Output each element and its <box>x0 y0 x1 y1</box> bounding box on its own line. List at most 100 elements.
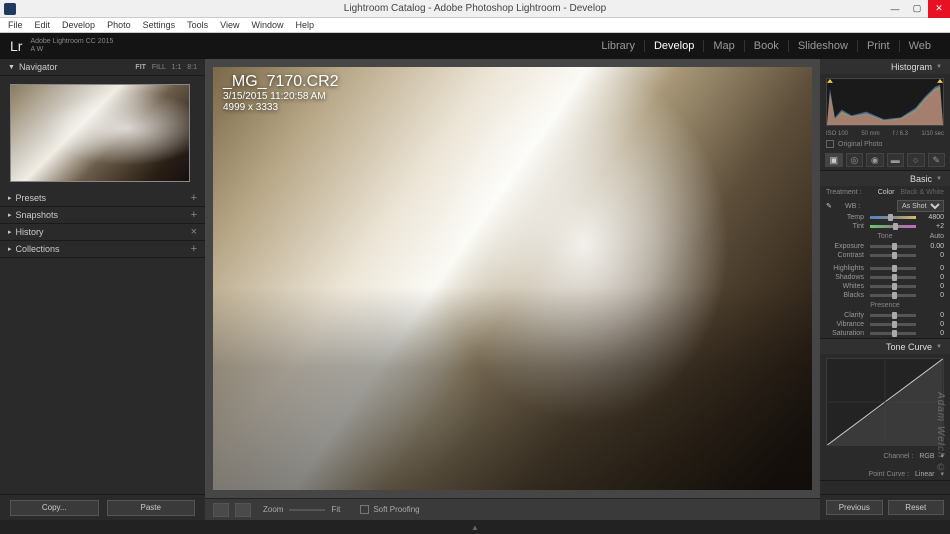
whites-label: Whites <box>826 283 864 290</box>
menu-file[interactable]: File <box>2 20 29 30</box>
nav-book[interactable]: Book <box>745 40 789 52</box>
chevron-down-icon: ▼ <box>936 344 942 350</box>
main-image[interactable]: _MG_7170.CR2 3/15/2015 11:20:58 AM 4999 … <box>213 67 812 490</box>
nav-web[interactable]: Web <box>900 40 940 52</box>
shadows-value[interactable]: 0 <box>922 274 944 281</box>
navigator-zoom-options[interactable]: FIT FILL 1:1 8:1 <box>131 64 197 71</box>
dropdown-icon[interactable]: ▾ <box>940 452 944 460</box>
nav-library[interactable]: Library <box>592 40 645 52</box>
menu-photo[interactable]: Photo <box>101 20 137 30</box>
nav-print[interactable]: Print <box>858 40 900 52</box>
whites-slider[interactable] <box>870 285 916 288</box>
contrast-slider[interactable] <box>870 254 916 257</box>
wb-dropper-icon[interactable]: ✎ <box>826 202 842 210</box>
minimize-button[interactable]: — <box>884 0 906 18</box>
history-header[interactable]: ▸ History × <box>0 224 205 241</box>
filmstrip-toggle[interactable]: ▲ <box>0 520 950 534</box>
previous-button[interactable]: Previous <box>826 500 883 515</box>
dropdown-icon[interactable]: ▾ <box>940 470 944 478</box>
zoom-slider[interactable] <box>289 509 325 511</box>
wb-select[interactable]: As Shot <box>897 200 944 212</box>
temp-label: Temp <box>826 214 864 221</box>
snapshots-header[interactable]: ▸ Snapshots + <box>0 207 205 224</box>
loupe-view-icon[interactable] <box>213 503 229 517</box>
temp-slider[interactable] <box>870 216 916 219</box>
treatment-color[interactable]: Color <box>878 189 895 196</box>
menu-window[interactable]: Window <box>246 20 290 30</box>
presets-header[interactable]: ▸ Presets + <box>0 190 205 207</box>
menu-view[interactable]: View <box>214 20 245 30</box>
brush-tool-icon[interactable]: ✎ <box>928 153 946 167</box>
menu-edit[interactable]: Edit <box>29 20 57 30</box>
before-after-icon[interactable] <box>235 503 251 517</box>
close-icon[interactable]: × <box>191 226 197 238</box>
contrast-value[interactable]: 0 <box>922 252 944 259</box>
nav-develop[interactable]: Develop <box>645 40 704 52</box>
channel-label: Channel : <box>883 453 913 460</box>
contrast-label: Contrast <box>826 252 864 259</box>
plus-icon[interactable]: + <box>191 243 197 255</box>
whites-value[interactable]: 0 <box>922 283 944 290</box>
soft-proofing-checkbox[interactable] <box>360 505 369 514</box>
tint-value[interactable]: +2 <box>922 223 944 230</box>
module-header: Lr Adobe Lightroom CC 2015 A W Library D… <box>0 33 950 59</box>
saturation-slider[interactable] <box>870 332 916 335</box>
blacks-slider[interactable] <box>870 294 916 297</box>
spot-tool-icon[interactable]: ◎ <box>846 153 864 167</box>
center-area: _MG_7170.CR2 3/15/2015 11:20:58 AM 4999 … <box>205 59 820 520</box>
exposure-slider[interactable] <box>870 245 916 248</box>
menu-tools[interactable]: Tools <box>181 20 214 30</box>
history-title: History <box>16 227 44 237</box>
treatment-bw[interactable]: Black & White <box>900 189 944 196</box>
tone-curve-header[interactable]: Tone Curve▼ <box>820 339 950 354</box>
highlights-value[interactable]: 0 <box>922 265 944 272</box>
reset-button[interactable]: Reset <box>888 500 945 515</box>
histogram-header[interactable]: Histogram▼ <box>820 59 950 74</box>
channel-value[interactable]: RGB <box>919 453 934 460</box>
original-photo-checkbox[interactable] <box>826 140 834 148</box>
point-curve-label: Point Curve : <box>869 471 909 478</box>
tint-slider[interactable] <box>870 225 916 228</box>
temp-value[interactable]: 4800 <box>922 214 944 221</box>
plus-icon[interactable]: + <box>191 209 197 221</box>
radial-tool-icon[interactable]: ○ <box>907 153 925 167</box>
blacks-value[interactable]: 0 <box>922 292 944 299</box>
presets-title: Presets <box>16 193 47 203</box>
maximize-button[interactable]: ▢ <box>906 0 928 18</box>
nav-map[interactable]: Map <box>704 40 744 52</box>
clarity-value[interactable]: 0 <box>922 312 944 319</box>
clarity-slider[interactable] <box>870 314 916 317</box>
basic-header[interactable]: Basic▼ <box>820 171 950 186</box>
shadows-slider[interactable] <box>870 276 916 279</box>
menu-settings[interactable]: Settings <box>137 20 182 30</box>
copy-button[interactable]: Copy... <box>10 500 99 516</box>
navigator-header[interactable]: ▼ Navigator FIT FILL 1:1 8:1 <box>0 59 205 76</box>
crop-tool-icon[interactable]: ▣ <box>825 153 843 167</box>
vibrance-slider[interactable] <box>870 323 916 326</box>
close-button[interactable]: ✕ <box>928 0 950 18</box>
vibrance-label: Vibrance <box>826 321 864 328</box>
exposure-value[interactable]: 0.00 <box>922 243 944 250</box>
vibrance-value[interactable]: 0 <box>922 321 944 328</box>
paste-button[interactable]: Paste <box>107 500 196 516</box>
highlights-slider[interactable] <box>870 267 916 270</box>
plus-icon[interactable]: + <box>191 192 197 204</box>
menu-help[interactable]: Help <box>290 20 321 30</box>
menu-develop[interactable]: Develop <box>56 20 101 30</box>
gradient-tool-icon[interactable]: ▬ <box>887 153 905 167</box>
redeye-tool-icon[interactable]: ◉ <box>866 153 884 167</box>
saturation-value[interactable]: 0 <box>922 330 944 337</box>
snapshots-title: Snapshots <box>16 210 59 220</box>
auto-button[interactable]: Auto <box>930 233 944 240</box>
collections-header[interactable]: ▸ Collections + <box>0 241 205 258</box>
tool-strip: ▣ ◎ ◉ ▬ ○ ✎ <box>820 150 950 170</box>
zoom-fit-label: Fit <box>331 505 340 514</box>
histogram-display[interactable] <box>826 78 944 126</box>
author-text: A W <box>30 46 113 54</box>
nav-slideshow[interactable]: Slideshow <box>789 40 858 52</box>
tone-curve-display[interactable] <box>826 358 944 446</box>
menubar: File Edit Develop Photo Settings Tools V… <box>0 18 950 33</box>
navigator-thumbnail[interactable] <box>10 84 190 182</box>
point-curve-value[interactable]: Linear <box>915 471 934 478</box>
collections-title: Collections <box>16 244 60 254</box>
